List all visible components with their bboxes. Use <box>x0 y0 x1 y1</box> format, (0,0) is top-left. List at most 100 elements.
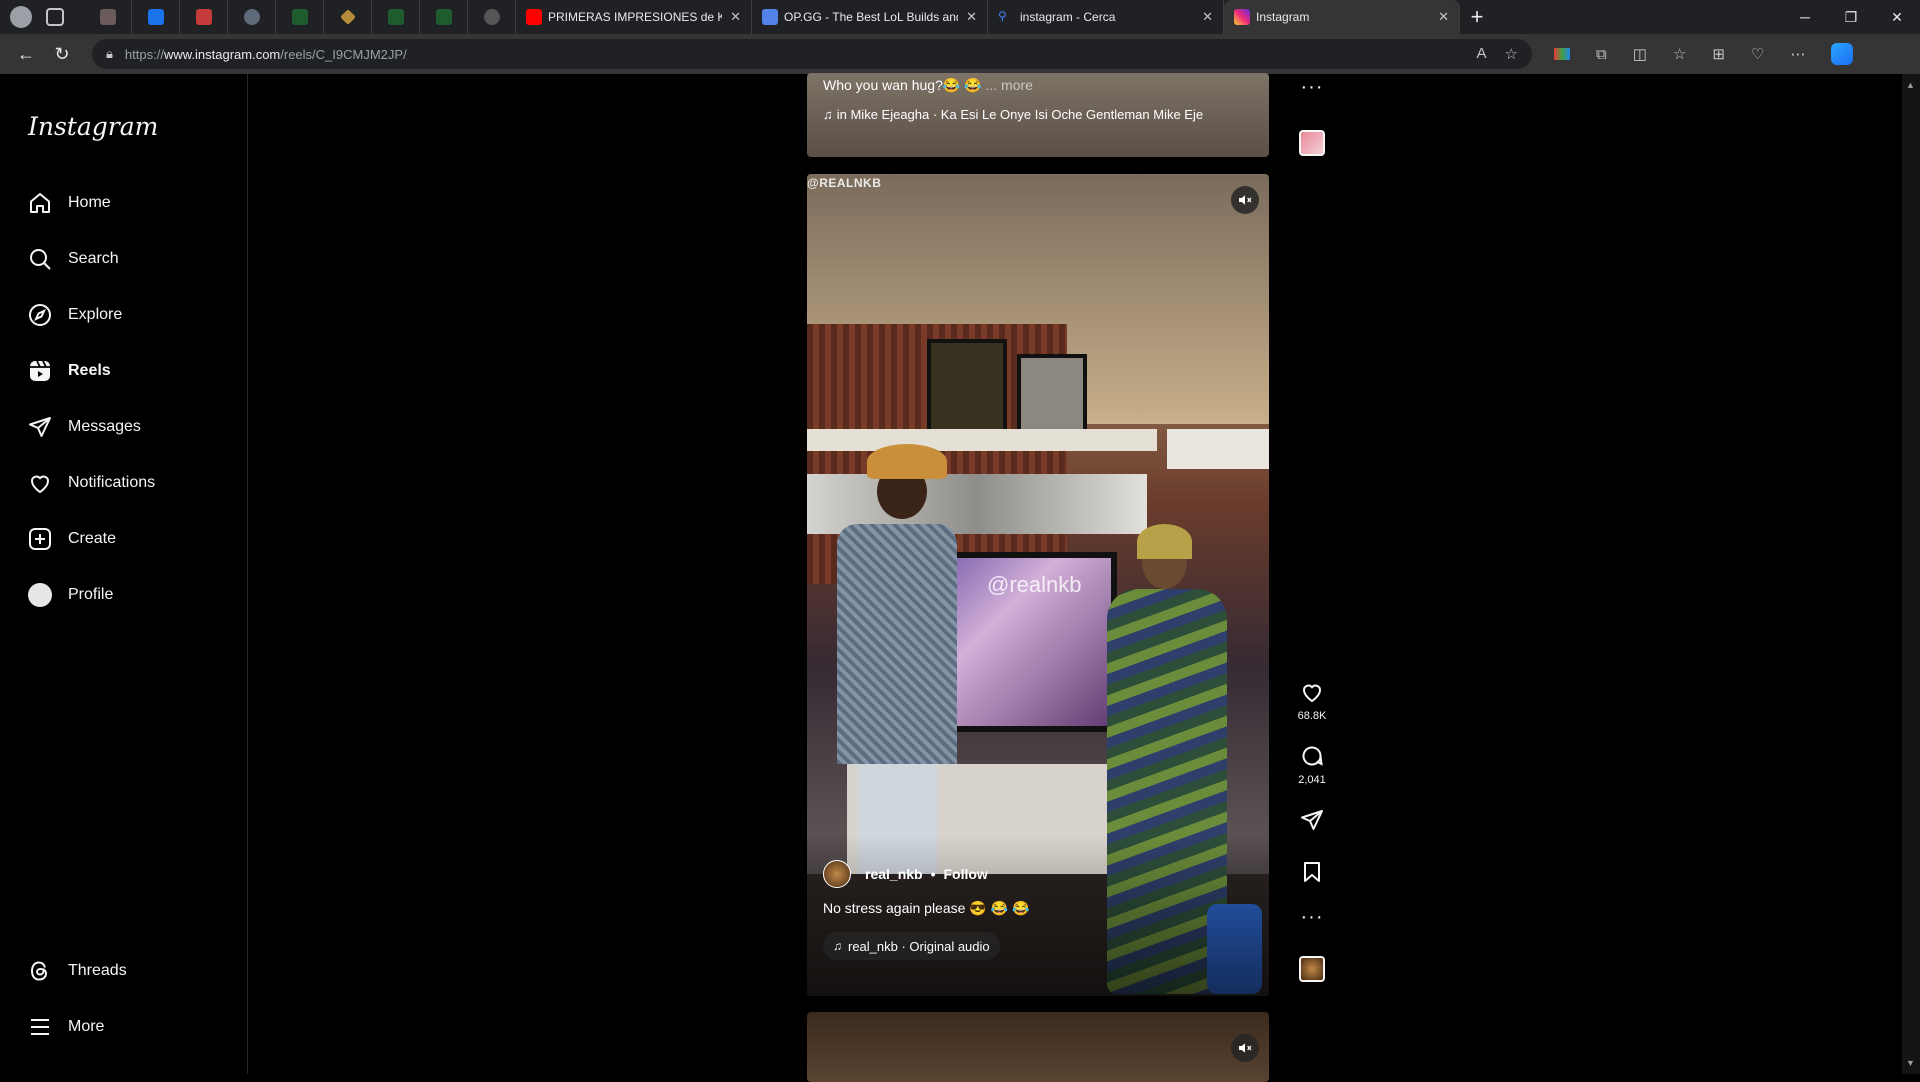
pinned-tab[interactable] <box>180 0 228 34</box>
bookmark-icon <box>1304 862 1320 882</box>
sidebar-item-notifications[interactable]: Notifications <box>28 463 155 503</box>
reel-current[interactable]: @REALNKB @realnkb real_nkb • Follow No s… <box>807 174 1269 996</box>
pinned-tab[interactable] <box>132 0 180 34</box>
mute-button[interactable] <box>1231 186 1259 214</box>
audio-thumbnail[interactable] <box>1290 130 1334 156</box>
favorites-icon[interactable]: ☆ <box>1673 45 1686 63</box>
reel-audio[interactable]: ♫ real_nkb · Original audio <box>823 932 1000 960</box>
comment-button[interactable]: 2,041 <box>1290 744 1334 786</box>
collections-icon[interactable]: ⊞ <box>1712 45 1725 63</box>
instagram-logo[interactable]: Instagram <box>28 112 158 141</box>
heart-icon <box>1302 684 1322 703</box>
page-scrollbar[interactable]: ▲ ▼ <box>1902 74 1920 1074</box>
workspaces-icon[interactable] <box>46 8 64 26</box>
pinned-tab[interactable] <box>324 0 372 34</box>
avatar[interactable] <box>823 860 851 888</box>
sidebar-item-profile[interactable]: Profile <box>28 575 113 615</box>
more-options-button[interactable]: ··· <box>1290 907 1334 927</box>
browser-essentials-icon[interactable]: ♡ <box>1751 45 1764 63</box>
sidebar-item-search[interactable]: Search <box>28 239 119 279</box>
instagram-page: Instagram Home Search Explore Reels Mess… <box>0 73 1920 1082</box>
search-icon <box>30 249 51 270</box>
tab-instagram[interactable]: Instagram ✕ <box>1224 0 1460 34</box>
close-icon[interactable]: ✕ <box>966 9 977 25</box>
address-bar[interactable]: 🔒︎ https:// www.instagram.com /reels/C_I… <box>92 39 1532 69</box>
favorite-star-icon[interactable]: ☆ <box>1505 45 1518 63</box>
share-button[interactable] <box>1290 808 1334 832</box>
tab-youtube[interactable]: PRIMERAS IMPRESIONES de K ✕ <box>516 0 752 34</box>
audio-label: real_nkb · Original audio <box>848 938 990 954</box>
extensions-puzzle-icon[interactable]: ⧉ <box>1596 46 1607 63</box>
tab-search[interactable]: ⚲ instagram - Cerca ✕ <box>988 0 1224 34</box>
messages-icon <box>29 417 51 437</box>
music-note-icon: ♫ <box>823 107 833 122</box>
heart-icon <box>30 475 50 494</box>
sidebar-item-label: Create <box>68 530 117 547</box>
tab-favicon <box>99 9 116 25</box>
avatar <box>28 583 52 607</box>
sidebar-item-explore[interactable]: Explore <box>28 295 122 335</box>
opgg-icon <box>762 9 778 25</box>
sidebar-item-home[interactable]: Home <box>28 183 111 223</box>
new-tab-button[interactable]: + <box>1460 4 1494 30</box>
browser-profile-avatar[interactable] <box>10 6 32 28</box>
pinned-tab[interactable] <box>228 0 276 34</box>
read-aloud-icon[interactable]: A <box>1477 45 1487 63</box>
like-button[interactable]: 68.8K <box>1290 680 1334 722</box>
close-window-icon[interactable]: ✕ <box>1874 9 1920 26</box>
url-prefix: https:// <box>124 46 164 62</box>
pinned-tab[interactable] <box>84 0 132 34</box>
tab-favicon <box>195 9 212 25</box>
follow-button[interactable]: Follow <box>944 866 988 882</box>
username-link[interactable]: real_nkb <box>865 866 923 882</box>
back-icon[interactable]: ← <box>8 44 44 65</box>
tab-title: Instagram <box>1256 10 1310 24</box>
reel-next[interactable] <box>807 1012 1269 1082</box>
menu-icon <box>31 1019 49 1035</box>
pinned-tab[interactable] <box>372 0 420 34</box>
sidebar-item-create[interactable]: Create <box>28 519 116 559</box>
pinned-tab[interactable] <box>276 0 324 34</box>
sidebar-item-label: Profile <box>68 586 114 603</box>
lock-icon[interactable]: 🔒︎ <box>106 46 113 62</box>
video-watermark: @realnkb <box>987 572 1082 597</box>
save-button[interactable] <box>1290 860 1334 884</box>
reel-previous[interactable]: Who you wan hug?😂 😂 ... more ♫ in Mike E… <box>807 73 1269 157</box>
extension-icon[interactable] <box>1554 48 1570 60</box>
sidebar-item-label: Notifications <box>68 474 156 491</box>
home-icon <box>30 193 50 213</box>
split-screen-icon[interactable]: ◫ <box>1633 45 1647 63</box>
url-host: www.instagram.com <box>163 46 281 62</box>
scroll-down-icon[interactable]: ▼ <box>1906 1058 1915 1068</box>
scroll-up-icon[interactable]: ▲ <box>1906 80 1915 90</box>
tab-opgg[interactable]: OP.GG - The Best LoL Builds and ✕ <box>752 0 988 34</box>
tab-title: OP.GG - The Best LoL Builds and <box>784 10 959 24</box>
more-options-icon: ··· <box>1300 76 1324 98</box>
sidebar-item-messages[interactable]: Messages <box>28 407 141 447</box>
sidebar-item-more[interactable]: More <box>28 1007 104 1047</box>
sidebar-item-reels[interactable]: Reels <box>28 351 111 391</box>
close-icon[interactable]: ✕ <box>1438 9 1449 25</box>
minimize-icon[interactable]: ─ <box>1782 9 1828 26</box>
url-path: /reels/C_I9CMJM2JP/ <box>280 46 407 62</box>
reel-caption[interactable]: No stress again please 😎 😂 😂 <box>823 900 1029 917</box>
close-icon[interactable]: ✕ <box>730 9 741 25</box>
restore-icon[interactable]: ❐ <box>1828 9 1874 26</box>
reel-owner: real_nkb • Follow <box>823 860 988 888</box>
sidebar-item-label: Threads <box>68 962 127 979</box>
audio-thumbnail[interactable] <box>1290 956 1334 982</box>
more-options-button[interactable]: ··· <box>1290 76 1334 98</box>
refresh-icon[interactable]: ↻ <box>44 44 80 65</box>
reel-audio[interactable]: ♫ in Mike Ejeagha · Ka Esi Le Onye Isi O… <box>823 107 1203 122</box>
pinned-tab[interactable] <box>420 0 468 34</box>
sidebar-item-threads[interactable]: Threads <box>28 951 127 991</box>
pinned-tab[interactable] <box>468 0 516 34</box>
copilot-icon[interactable] <box>1831 43 1854 65</box>
caption-more-link[interactable]: ... more <box>986 77 1033 93</box>
mute-button[interactable] <box>1231 1034 1259 1062</box>
tab-favicon <box>483 9 500 25</box>
sidebar: Instagram Home Search Explore Reels Mess… <box>4 74 248 1074</box>
close-icon[interactable]: ✕ <box>1202 9 1213 25</box>
tab-favicon <box>387 9 404 25</box>
settings-more-icon[interactable]: ⋯ <box>1790 45 1805 63</box>
